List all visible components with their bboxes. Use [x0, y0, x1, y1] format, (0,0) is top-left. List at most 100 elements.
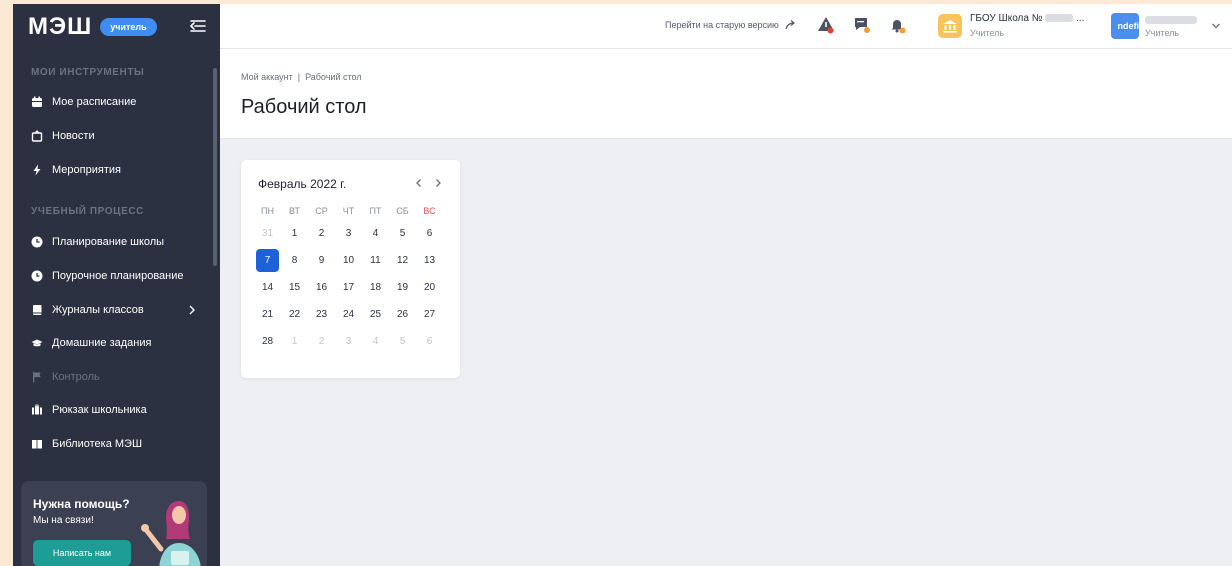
flag-icon	[31, 371, 43, 383]
messages-icon[interactable]	[852, 15, 872, 35]
school-name-text: ГБОУ Школа №	[970, 13, 1043, 24]
calendar-day[interactable]: 11	[362, 255, 389, 266]
calendar-day[interactable]: 31	[254, 228, 281, 239]
sidebar-item-schedule[interactable]: Мое расписание	[13, 88, 211, 116]
sidebar-item-label: Мероприятия	[52, 164, 121, 176]
chevron-down-icon	[1212, 23, 1220, 29]
calendar-day[interactable]: 1	[281, 228, 308, 239]
school-role: Учитель	[970, 28, 1005, 38]
avatar: ndefi	[1111, 13, 1139, 39]
write-us-button[interactable]: Написать нам	[33, 540, 131, 566]
calendar-day[interactable]: 9	[308, 255, 335, 266]
calendar-weekday-row: ПН ВТ СР ЧТ ПТ СБ ВС	[254, 202, 444, 220]
calendar-day[interactable]: 15	[281, 282, 308, 293]
sidebar-item-label: Поурочное планирование	[52, 270, 184, 282]
calendar-day[interactable]: 10	[335, 255, 362, 266]
calendar-day[interactable]: 5	[389, 228, 416, 239]
calendar-day-today[interactable]: 7	[254, 249, 281, 272]
sidebar-item-label: Библиотека МЭШ	[52, 438, 143, 450]
calendar-day[interactable]: 17	[335, 282, 362, 293]
calendar-day[interactable]: 5	[389, 336, 416, 347]
sidebar-item-control[interactable]: Контроль	[13, 363, 211, 391]
calendar-day[interactable]: 2	[308, 336, 335, 347]
calendar-day[interactable]: 6	[416, 228, 443, 239]
calendar-day[interactable]: 26	[389, 309, 416, 320]
calendar-day[interactable]: 19	[389, 282, 416, 293]
warning-icon[interactable]	[816, 15, 836, 35]
school-building-icon	[938, 14, 962, 38]
sidebar-item-lesson-planning[interactable]: Поурочное планирование	[13, 262, 211, 290]
calendar-day[interactable]: 4	[362, 228, 389, 239]
sidebar-item-class-journals[interactable]: Журналы классов	[13, 296, 211, 324]
sidebar-item-homework[interactable]: Домашние задания	[13, 329, 211, 357]
chevron-right-icon[interactable]	[431, 176, 445, 190]
weekday-label: ПН	[261, 206, 274, 216]
calendar-day[interactable]: 24	[335, 309, 362, 320]
help-subtitle: Мы на связи!	[33, 515, 94, 526]
calendar-day[interactable]: 1	[281, 336, 308, 347]
sidebar-item-label: Контроль	[52, 371, 100, 383]
backpack-icon	[31, 404, 43, 416]
sidebar-item-library[interactable]: Библиотека МЭШ	[13, 430, 211, 458]
sidebar-scrollbar[interactable]	[213, 68, 217, 266]
sidebar-item-school-planning[interactable]: Планирование школы	[13, 228, 211, 256]
sidebar-item-backpack[interactable]: Рюкзак школьника	[13, 396, 211, 424]
calendar-grid: ПН ВТ СР ЧТ ПТ СБ ВС 31 1 2 3 4 5 6 7 8 …	[254, 202, 444, 355]
calendar-day[interactable]: 21	[254, 309, 281, 320]
calendar-day[interactable]: 27	[416, 309, 443, 320]
calendar-day[interactable]: 13	[416, 255, 443, 266]
section-title-tools: Мои инструменты	[31, 67, 145, 78]
calendar-day[interactable]: 3	[335, 336, 362, 347]
top-header: Перейти на старую версию ГБОУ Школа № ..…	[220, 4, 1232, 49]
breadcrumb-home-link[interactable]: Мой аккаунт	[241, 72, 293, 82]
calendar-month-label: Февраль 2022 г.	[258, 177, 347, 191]
user-menu[interactable]: ndefi Учитель	[1111, 10, 1223, 42]
calendar-day[interactable]: 25	[362, 309, 389, 320]
calendar-day[interactable]: 18	[362, 282, 389, 293]
calendar-day[interactable]: 14	[254, 282, 281, 293]
calendar-week-row: 31 1 2 3 4 5 6	[254, 220, 444, 247]
school-name: ГБОУ Школа № ...	[970, 13, 1084, 24]
page-title: Рабочий стол	[241, 96, 367, 118]
sidebar-item-label: Мое расписание	[52, 96, 137, 108]
sidebar-item-label: Домашние задания	[52, 337, 152, 349]
calendar-day[interactable]: 22	[281, 309, 308, 320]
calendar-day[interactable]: 2	[308, 228, 335, 239]
sidebar-item-label: Новости	[52, 130, 95, 142]
sidebar-item-news[interactable]: Новости	[13, 122, 211, 150]
user-name-redacted	[1145, 16, 1197, 24]
calendar-day[interactable]: 8	[281, 255, 308, 266]
school-selector[interactable]: ГБОУ Школа № ... Учитель	[938, 10, 1098, 42]
weekday-label: ВС	[423, 206, 436, 216]
calendar-icon	[31, 96, 43, 108]
calendar-day[interactable]: 20	[416, 282, 443, 293]
chevron-left-icon[interactable]	[412, 176, 426, 190]
calendar-day[interactable]: 3	[335, 228, 362, 239]
calendar-week-row: 14 15 16 17 18 19 20	[254, 274, 444, 301]
calendar-day[interactable]: 23	[308, 309, 335, 320]
calendar-day[interactable]: 28	[254, 336, 281, 347]
calendar-day[interactable]: 16	[308, 282, 335, 293]
help-title: Нужна помощь?	[33, 497, 130, 511]
page-header: Мой аккаунт | Рабочий стол Рабочий стол	[220, 49, 1232, 139]
weekday-label: ВТ	[289, 206, 300, 216]
today-marker: 7	[256, 249, 279, 272]
sidebar-item-label: Планирование школы	[52, 236, 165, 248]
calendar-widget: Февраль 2022 г. ПН ВТ СР ЧТ ПТ СБ ВС 31 …	[241, 160, 460, 378]
calendar-day[interactable]: 4	[362, 336, 389, 347]
news-icon	[31, 130, 43, 142]
calendar-week-row: 28 1 2 3 4 5 6	[254, 328, 444, 355]
sidebar-item-events[interactable]: Мероприятия	[13, 156, 211, 184]
bell-icon[interactable]	[888, 15, 908, 35]
calendar-day[interactable]: 12	[389, 255, 416, 266]
calendar-day[interactable]: 6	[416, 336, 443, 347]
calendar-week-row: 7 8 9 10 11 12 13	[254, 247, 444, 274]
old-version-link[interactable]: Перейти на старую версию	[665, 20, 797, 30]
collapse-sidebar-icon[interactable]	[188, 16, 208, 36]
sidebar-item-label: Рюкзак школьника	[52, 404, 147, 416]
logo[interactable]: МЭШ	[28, 13, 92, 41]
sidebar: МЭШ учитель Мои инструменты Мое расписан…	[13, 4, 220, 566]
chevron-right-icon	[187, 304, 197, 316]
app-window: МЭШ учитель Мои инструменты Мое расписан…	[13, 4, 1232, 566]
book-icon	[31, 304, 43, 316]
